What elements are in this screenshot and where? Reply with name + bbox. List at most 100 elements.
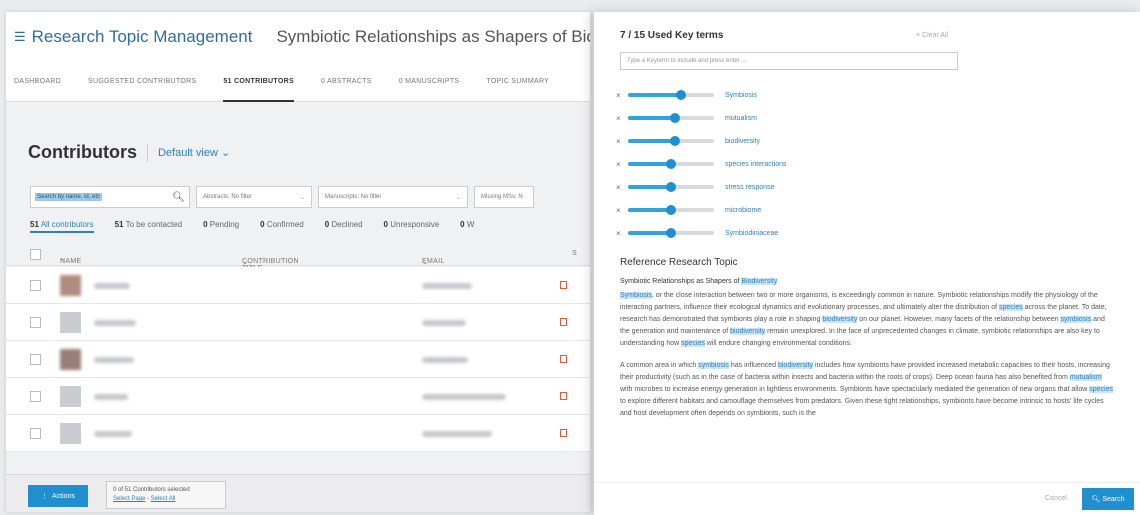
- contributors-content: Contributors Default view ⌄ Search by na…: [6, 102, 590, 512]
- status-column-header[interactable]: S: [572, 250, 577, 257]
- keyterm-highlight: biodiversity: [777, 362, 813, 369]
- email-icon[interactable]: [560, 318, 567, 326]
- abstracts-filter[interactable]: Abstracts: No filter ⌄: [196, 186, 312, 208]
- select-all-link[interactable]: Select All: [151, 496, 176, 502]
- count-to-be-contacted[interactable]: 51 To be contacted: [115, 220, 182, 233]
- selection-footer: ⋮ Actions 0 of 51 Contributors selected …: [6, 474, 590, 512]
- tab-dashboard[interactable]: DASHBOARD: [14, 62, 61, 102]
- keyterm-weight-slider[interactable]: [628, 113, 714, 123]
- keyterm-highlight: species: [1089, 386, 1113, 393]
- missing-filter[interactable]: Missing MSs: N: [474, 186, 534, 208]
- slider-handle[interactable]: [666, 159, 676, 169]
- keyterm-row: × Symbiodiniaceae: [616, 226, 778, 240]
- keyterm-label[interactable]: Symbiodiniaceae: [725, 230, 778, 237]
- keyterm-weight-slider[interactable]: [628, 136, 714, 146]
- search-placeholder: Search by name, id, etc: [35, 193, 103, 201]
- count-declined[interactable]: 0 Declined: [325, 220, 363, 233]
- keyterm-label[interactable]: Symbiosis: [725, 92, 757, 99]
- keyterm-label[interactable]: mutualism: [725, 115, 757, 122]
- email-icon[interactable]: [560, 392, 567, 400]
- remove-keyterm-icon[interactable]: ×: [616, 229, 628, 238]
- redacted-email: [422, 431, 492, 437]
- reference-text: will endure changing environmental condi…: [704, 340, 852, 347]
- keyterm-weight-slider[interactable]: [628, 90, 714, 100]
- table-row[interactable]: [6, 304, 590, 341]
- remove-keyterm-icon[interactable]: ×: [616, 114, 628, 123]
- remove-keyterm-icon[interactable]: ×: [616, 183, 628, 192]
- avatar: [60, 312, 81, 333]
- keyterm-weight-slider[interactable]: [628, 159, 714, 169]
- keyterm-weight-slider[interactable]: [628, 205, 714, 215]
- email-icon[interactable]: [560, 355, 567, 363]
- keyterm-label[interactable]: microbiome: [725, 207, 761, 214]
- count-unresponsive[interactable]: 0 Unresponsive: [384, 220, 440, 233]
- slider-fill: [628, 93, 682, 97]
- table-row[interactable]: [6, 267, 590, 304]
- table-row[interactable]: [6, 378, 590, 415]
- remove-keyterm-icon[interactable]: ×: [616, 137, 628, 146]
- count-number: 0: [203, 220, 208, 229]
- row-checkbox[interactable]: [30, 428, 41, 439]
- tab-contributors[interactable]: 51 CONTRIBUTORS: [223, 62, 294, 102]
- email-icon[interactable]: [560, 429, 567, 437]
- slider-handle[interactable]: [666, 205, 676, 215]
- main-app-window: ☰ Research Topic Management Symbiotic Re…: [6, 12, 590, 512]
- menu-icon[interactable]: ☰: [14, 29, 26, 45]
- keyterm-highlight: biodiversity: [730, 328, 766, 335]
- subtitle-highlight: Biodiversity: [741, 278, 778, 285]
- count-number: 51: [30, 220, 39, 229]
- chevron-down-icon: ⌄: [455, 194, 461, 201]
- keyterm-highlight: biodiversity: [822, 316, 858, 323]
- search-input[interactable]: Search by name, id, etc 🔍︎: [30, 186, 190, 208]
- keyterm-label[interactable]: biodiversity: [725, 138, 760, 145]
- view-selector[interactable]: Default view ⌄: [158, 146, 230, 159]
- remove-keyterm-icon[interactable]: ×: [616, 91, 628, 100]
- keyterm-label[interactable]: species interactions: [725, 161, 786, 168]
- email-icon[interactable]: [560, 281, 567, 289]
- abstracts-filter-label: Abstracts: No filter: [203, 194, 253, 200]
- keyterm-label[interactable]: stress response: [725, 184, 774, 191]
- tab-topic-summary[interactable]: TOPIC SUMMARY: [486, 62, 549, 102]
- search-button[interactable]: 🔍︎ Search: [1082, 488, 1134, 510]
- keyterm-weight-slider[interactable]: [628, 228, 714, 238]
- tab-suggested-contributors[interactable]: SUGGESTED CONTRIBUTORS: [88, 62, 196, 102]
- slider-handle[interactable]: [676, 90, 687, 100]
- remove-keyterm-icon[interactable]: ×: [616, 160, 628, 169]
- count-all[interactable]: 51 All contributors: [30, 220, 94, 233]
- slider-handle[interactable]: [666, 182, 676, 192]
- sort-up-icon: ⌃: [60, 259, 67, 266]
- manuscripts-filter[interactable]: Manuscripts: No filter ⌄: [318, 186, 468, 208]
- clear-all-label: Clear All: [922, 32, 949, 39]
- row-checkbox[interactable]: [30, 354, 41, 365]
- slider-handle[interactable]: [670, 113, 681, 123]
- keyterm-weight-slider[interactable]: [628, 182, 714, 192]
- select-all-checkbox[interactable]: [30, 249, 41, 260]
- slider-handle[interactable]: [666, 228, 676, 238]
- count-w[interactable]: 0 W: [460, 220, 474, 233]
- keyterm-row: × Symbiosis: [616, 88, 757, 102]
- table-row[interactable]: [6, 341, 590, 378]
- row-checkbox[interactable]: [30, 391, 41, 402]
- keyterm-input[interactable]: Type a Keyterm to include and press ente…: [620, 52, 958, 70]
- table-row[interactable]: [6, 415, 590, 452]
- tab-manuscripts[interactable]: 0 MANUSCRIPTS: [399, 62, 460, 102]
- keyterm-highlight: species: [998, 304, 1023, 311]
- reference-text: has influenced: [728, 362, 778, 369]
- clear-all-button[interactable]: × Clear All: [916, 32, 948, 39]
- cancel-button[interactable]: Cancel: [1045, 495, 1067, 502]
- app-name[interactable]: Research Topic Management: [32, 27, 253, 47]
- tab-abstracts[interactable]: 0 ABSTRACTS: [321, 62, 372, 102]
- page-title: Contributors: [28, 142, 137, 162]
- search-icon[interactable]: 🔍︎: [172, 192, 185, 203]
- close-icon: ×: [916, 32, 921, 39]
- redacted-name: [94, 431, 132, 437]
- row-checkbox[interactable]: [30, 317, 41, 328]
- count-pending[interactable]: 0 Pending: [203, 220, 239, 233]
- slider-handle[interactable]: [670, 136, 681, 146]
- count-confirmed[interactable]: 0 Confirmed: [260, 220, 304, 233]
- actions-button[interactable]: ⋮ Actions: [28, 485, 88, 507]
- row-checkbox[interactable]: [30, 280, 41, 291]
- select-page-link[interactable]: Select Page: [113, 496, 145, 502]
- remove-keyterm-icon[interactable]: ×: [616, 206, 628, 215]
- reference-paragraph: Symbiosis, or the close interaction betw…: [620, 290, 1116, 350]
